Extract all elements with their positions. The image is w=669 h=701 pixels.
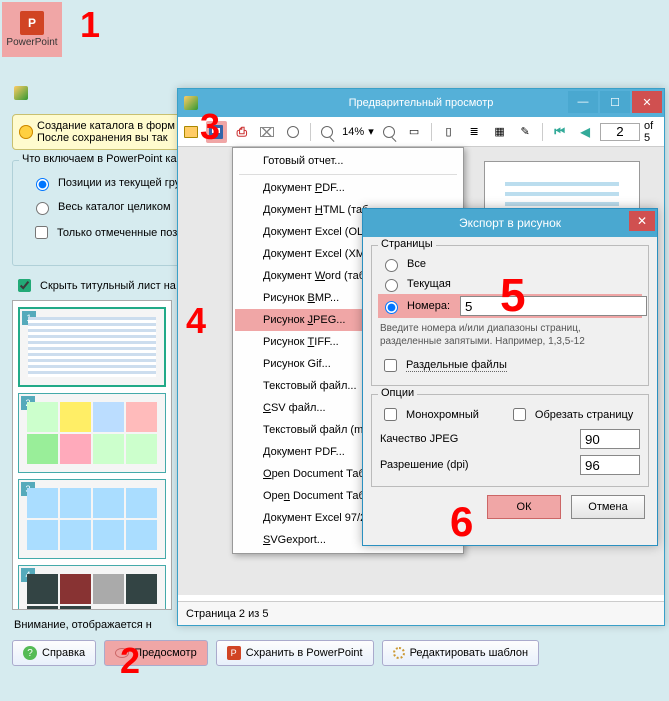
thumbnail-list[interactable]: 1 2 3 4 bbox=[12, 300, 172, 610]
dpi-input[interactable] bbox=[580, 455, 640, 475]
help-icon: ? bbox=[23, 646, 37, 660]
save-powerpoint-button[interactable]: PСхранить в PowerPoint bbox=[216, 640, 374, 666]
export-title: Экспорт в рисунок bbox=[459, 216, 561, 230]
powerpoint-button[interactable]: P PowerPoint bbox=[2, 2, 62, 57]
bulb-icon bbox=[19, 125, 33, 139]
thumbnail-2[interactable]: 2 bbox=[18, 393, 166, 473]
menu-ready-report[interactable]: Готовый отчет... bbox=[235, 150, 461, 172]
warning-label: Внимание, отображается н bbox=[14, 619, 152, 631]
quality-input[interactable] bbox=[580, 429, 640, 449]
powerpoint-icon: P bbox=[20, 11, 44, 35]
help-button[interactable]: ?Справка bbox=[12, 640, 96, 666]
radio-page-numbers[interactable]: Номера: bbox=[380, 296, 450, 316]
page-of-label: of 5 bbox=[644, 120, 662, 144]
annotation-2: 2 bbox=[120, 640, 140, 682]
find-icon bbox=[287, 126, 299, 138]
page-number-input[interactable] bbox=[600, 123, 640, 141]
options-fieldset: Опции Монохромный Обрезать страницу Каче… bbox=[371, 394, 649, 487]
annotation-4: 4 bbox=[186, 300, 206, 342]
page-hint: Введите номера и/или диапазоны страниц, … bbox=[380, 322, 640, 348]
ok-button[interactable]: ОК bbox=[487, 495, 561, 519]
prev-page-button[interactable]: ◀ bbox=[574, 121, 596, 143]
bottom-bar: ?Справка Предосмотр PСхранить в PowerPoi… bbox=[12, 640, 661, 668]
mail-icon bbox=[260, 127, 274, 137]
minimize-button[interactable]: — bbox=[568, 91, 598, 113]
hint-line1: Создание каталога в форм bbox=[37, 120, 175, 132]
gear-icon bbox=[393, 647, 405, 659]
thumbnail-view-button[interactable]: ▦ bbox=[489, 121, 511, 143]
check-monochrome[interactable]: Монохромный bbox=[380, 403, 479, 426]
annotation-3: 3 bbox=[200, 106, 220, 148]
hint-line2: После сохранения вы так bbox=[37, 132, 175, 144]
thumbnail-3[interactable]: 3 bbox=[18, 479, 166, 559]
close-button[interactable]: ✕ bbox=[632, 91, 662, 113]
options-legend: Опции bbox=[378, 387, 417, 399]
thumbnail-1[interactable]: 1 bbox=[18, 307, 166, 387]
page-numbers-input[interactable] bbox=[460, 296, 647, 316]
email-button[interactable] bbox=[257, 121, 279, 143]
zoom-out-icon bbox=[383, 126, 395, 138]
check-hide-title[interactable]: Скрыть титульный лист на bbox=[14, 276, 176, 295]
annotation-6: 6 bbox=[450, 498, 473, 546]
cancel-button[interactable]: Отмена bbox=[571, 495, 645, 519]
preview-app-icon bbox=[184, 96, 198, 110]
zoom-value[interactable]: 14% bbox=[342, 126, 364, 138]
radio-whole-catalog[interactable]: Весь каталог целиком bbox=[21, 195, 201, 219]
export-titlebar[interactable]: Экспорт в рисунок ✕ bbox=[363, 209, 657, 237]
zoom-out-button[interactable] bbox=[378, 121, 400, 143]
zoom-dropdown-icon[interactable]: ▾ bbox=[368, 125, 374, 138]
preview-statusbar: Страница 2 из 5 bbox=[178, 601, 664, 625]
preview-titlebar[interactable]: Предварительный просмотр — ☐ ✕ bbox=[178, 89, 664, 117]
annotation-5: 5 bbox=[500, 268, 526, 322]
preview-title: Предварительный просмотр bbox=[349, 97, 494, 109]
folder-icon bbox=[184, 126, 198, 138]
open-button[interactable] bbox=[180, 121, 202, 143]
continuous-button[interactable]: ≣ bbox=[463, 121, 485, 143]
check-separate-files[interactable]: Раздельные файлы bbox=[380, 354, 640, 377]
first-page-button[interactable]: ⏮ bbox=[549, 121, 571, 143]
single-page-button[interactable]: ▯ bbox=[438, 121, 460, 143]
quality-label: Качество JPEG bbox=[380, 433, 458, 445]
include-title: Что включаем в PowerPoint ка bbox=[19, 153, 180, 165]
export-pdf-button[interactable]: ⎙ bbox=[231, 121, 253, 143]
edit-template-button[interactable]: Редактировать шаблон bbox=[382, 640, 540, 666]
pages-legend: Страницы bbox=[378, 238, 436, 250]
export-close-button[interactable]: ✕ bbox=[629, 211, 655, 231]
check-marked-only[interactable]: Только отмеченные пози bbox=[21, 219, 201, 246]
preview-toolbar: ⎙ 14% ▾ ▭ ▯ ≣ ▦ ✎ ⏮ ◀ of 5 bbox=[178, 117, 664, 147]
powerpoint-small-icon: P bbox=[227, 646, 241, 660]
powerpoint-label: PowerPoint bbox=[6, 37, 57, 48]
pdf-icon: ⎙ bbox=[237, 124, 247, 140]
zoom-in-button[interactable] bbox=[317, 121, 339, 143]
maximize-button[interactable]: ☐ bbox=[600, 91, 630, 113]
zoom-in-icon bbox=[321, 126, 333, 138]
find-button[interactable] bbox=[282, 121, 304, 143]
radio-current-group[interactable]: Позиции из текущей групп bbox=[21, 171, 201, 195]
check-crop-page[interactable]: Обрезать страницу bbox=[509, 403, 633, 426]
annotation-1: 1 bbox=[80, 4, 100, 46]
panel-icon bbox=[14, 86, 28, 100]
dpi-label: Разрешение (dpi) bbox=[380, 459, 469, 471]
export-dialog: Экспорт в рисунок ✕ Страницы Все Текущая… bbox=[362, 208, 658, 546]
menu-pdf[interactable]: Документ PDF... bbox=[235, 177, 461, 199]
status-page: Страница 2 из 5 bbox=[186, 608, 268, 620]
edit-page-button[interactable]: ✎ bbox=[514, 121, 536, 143]
thumbnail-4[interactable]: 4 bbox=[18, 565, 166, 610]
fit-page-button[interactable]: ▭ bbox=[403, 121, 425, 143]
